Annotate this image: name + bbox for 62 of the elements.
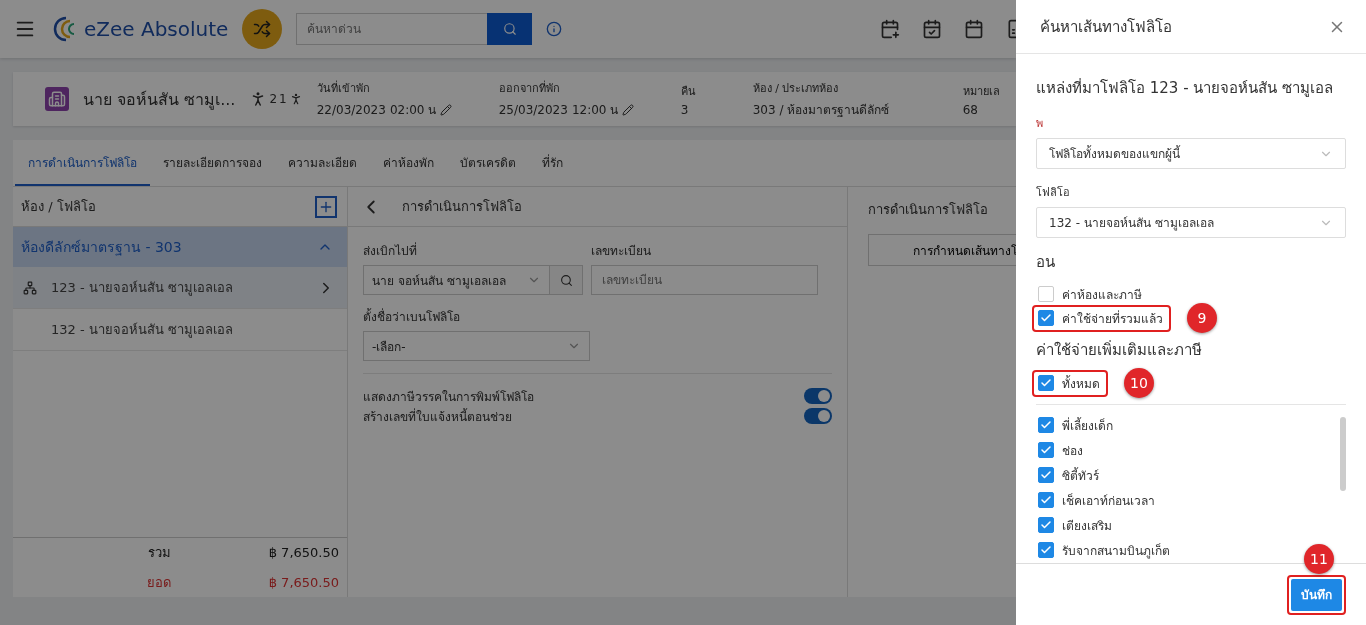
- folio-name-select[interactable]: -เลือก-: [363, 331, 590, 361]
- option-label: รับจากสนามบินภูเก็ต: [1062, 542, 1170, 560]
- field-label: ห้อง / ประเภทห้อง: [752, 81, 840, 97]
- folio-select[interactable]: โฟลิโอทั้งหมดของแขกผู้นี้: [1036, 138, 1346, 169]
- field-label: คืน: [680, 83, 697, 100]
- app-logo: eZee Absolute: [50, 15, 229, 43]
- total-label: รวม: [147, 544, 171, 562]
- folio-item[interactable]: 123 - นายจอห์นสัน ซามูเอลเอล: [13, 267, 347, 309]
- child-count: 1: [279, 92, 287, 106]
- option-label: เช็คเอาท์ก่อนเวลา: [1062, 492, 1155, 510]
- toggle-label: สร้างเลขที่ใบแจ้งหนี้ตอนช่วย: [363, 407, 512, 426]
- field-value: 303 / ห้องมาตรฐานดีลักซ์: [752, 102, 890, 119]
- option-label: เตียงเสริม: [1062, 517, 1112, 535]
- time-value: 02:00 น: [389, 102, 437, 119]
- toggle-label: แสดงภาษีวรรคในการพิมพ์โฟลิโอ: [363, 388, 534, 406]
- tab[interactable]: ความละเอียด: [275, 140, 370, 186]
- time-value: 12:00 น: [571, 102, 619, 119]
- field-label: ตั้งชื่อว่าเบนโฟลิโอ: [363, 307, 461, 326]
- room-group[interactable]: ห้องดีลักซ์มาตรฐาน - 303: [13, 227, 347, 267]
- step-marker: 10: [1124, 368, 1154, 398]
- adult-count: 2: [269, 92, 278, 106]
- field-value: 68: [962, 102, 978, 117]
- guest-name: นาย จอห์นสัน ซามูเ...: [83, 88, 236, 112]
- field-label: โฟลิโอ: [1036, 186, 1070, 199]
- field-value: 25/03/2023: [498, 102, 568, 117]
- field-label: ส่งเบิกไปที่: [363, 241, 418, 260]
- option-label: ค่าใช้จ่ายที่รวมแล้ว: [1062, 309, 1163, 328]
- search-field[interactable]: ค้นหาด่วน: [296, 13, 488, 45]
- section-title: อน: [1036, 252, 1056, 273]
- field-label: เลขทะเบียน: [591, 243, 652, 260]
- option-label: ซิตี้ทัวร์: [1062, 466, 1099, 485]
- field-value: 3: [680, 102, 689, 117]
- source-heading: แหล่งที่มาโฟลิโอ 123 - นายจอห์นสัน ซามูเอล: [1036, 77, 1335, 99]
- registration-field[interactable]: เลขทะเบียน: [591, 265, 818, 295]
- step-marker: 11: [1304, 544, 1334, 574]
- save-button[interactable]: บันทึก: [1291, 578, 1342, 611]
- tab[interactable]: ที่รัก: [529, 140, 576, 186]
- total-label: ยอด: [146, 573, 171, 592]
- tab[interactable]: การดำเนินการโฟลิโอ: [15, 140, 150, 186]
- section-title: ค่าใช้จ่ายเพิ่มเติมและภาษี: [1036, 339, 1203, 361]
- field-value: 22/03/2023: [316, 102, 386, 117]
- panel-title: ห้อง / โฟลิโอ: [21, 198, 96, 216]
- send-to-select[interactable]: นาย จอห์นสัน ซามูเอลเอล: [363, 265, 550, 295]
- field-label: หมายเล: [962, 83, 1001, 100]
- tab[interactable]: บัตรเครดิต: [447, 140, 529, 186]
- panel-title: การดำเนินการโฟลิโอ: [402, 198, 522, 216]
- step-marker: 9: [1187, 303, 1217, 333]
- field-label: วันที่เข้าพัก: [316, 79, 371, 97]
- routing-button[interactable]: การกำหนดเส้นทางโ: [868, 234, 1016, 266]
- field-label: ออกจากที่พัก: [498, 79, 561, 97]
- option-label: ทั้งหมด: [1062, 374, 1100, 393]
- total-value: ฿ 7,650.50: [268, 574, 339, 590]
- total-value: ฿ 7,650.50: [268, 545, 339, 560]
- option-label: ช่อง: [1062, 442, 1083, 460]
- tab[interactable]: รายละเอียดการจอง: [150, 140, 275, 186]
- drawer-title: ค้นหาเส้นทางโฟลิโอ: [1040, 16, 1172, 38]
- folio-select[interactable]: 132 - นายจอห์นสัน ซามูเอลเอล: [1036, 207, 1346, 238]
- option-label: พี่เลี้ยงเด็ก: [1062, 416, 1113, 435]
- tab[interactable]: ค่าห้องพัก: [370, 140, 447, 186]
- option-label: ค่าห้องและภาษี: [1062, 286, 1142, 304]
- panel-title: การดำเนินการโฟลิโอ: [868, 201, 989, 219]
- field-label: พ: [1036, 117, 1043, 130]
